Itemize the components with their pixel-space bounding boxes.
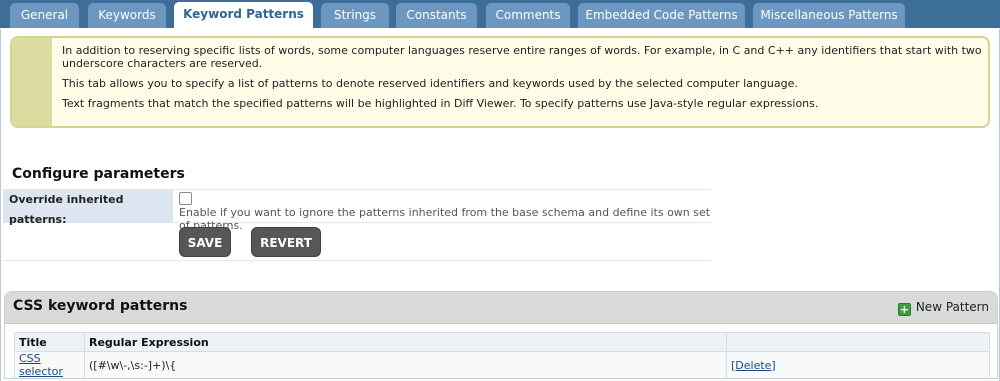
info-paragraph: Text fragments that match the specified … xyxy=(62,97,819,110)
tab-general[interactable]: General xyxy=(10,3,79,28)
tab-content: In addition to reserving specific lists … xyxy=(0,29,1000,381)
pattern-title-cell: CSS selector xyxy=(14,351,85,378)
revert-button[interactable]: REVERT xyxy=(251,227,321,257)
tab-keywords[interactable]: Keywords xyxy=(88,3,166,28)
pattern-title-link[interactable]: CSS selector xyxy=(19,352,63,378)
pattern-actions-cell: [Delete] xyxy=(726,351,990,378)
override-inherited-row: Override inherited patterns: Enable if y… xyxy=(3,189,711,232)
tab-embedded-code-patterns[interactable]: Embedded Code Patterns xyxy=(578,3,745,28)
add-icon: + xyxy=(897,303,911,316)
tab-constants[interactable]: Constants xyxy=(396,3,477,28)
new-pattern-button[interactable]: + New Pattern xyxy=(897,300,989,316)
info-paragraph: In addition to reserving specific lists … xyxy=(62,44,982,70)
override-inherited-checkbox[interactable] xyxy=(179,192,192,205)
tab-comments[interactable]: Comments xyxy=(486,3,570,28)
tab-miscellaneous-patterns[interactable]: Miscellaneous Patterns xyxy=(753,3,905,28)
info-box: In addition to reserving specific lists … xyxy=(10,36,990,128)
save-button[interactable]: SAVE xyxy=(179,227,231,257)
panel-header: CSS keyword patterns + New Pattern xyxy=(5,292,997,324)
action-buttons: SAVE REVERT xyxy=(3,224,711,261)
info-box-accent xyxy=(12,38,52,126)
tab-keyword-patterns[interactable]: Keyword Patterns xyxy=(174,2,313,29)
column-header-regex: Regular Expression xyxy=(84,332,727,352)
keyword-patterns-panel: CSS keyword patterns + New Pattern Title … xyxy=(4,291,998,379)
override-inherited-label: Override inherited patterns: xyxy=(3,190,173,226)
configure-parameters-heading: Configure parameters xyxy=(12,166,185,182)
patterns-table: Title Regular Expression CSS selector ([… xyxy=(14,332,990,378)
table-row: CSS selector ([#\w\-,\s:-]+)\{ [Delete] xyxy=(14,351,990,378)
column-header-title: Title xyxy=(14,332,85,352)
panel-title: CSS keyword patterns xyxy=(13,298,188,314)
table-header-row: Title Regular Expression xyxy=(14,332,990,352)
tab-strings[interactable]: Strings xyxy=(321,3,389,28)
new-pattern-label: New Pattern xyxy=(915,300,989,314)
info-text: In addition to reserving specific lists … xyxy=(62,44,982,117)
delete-pattern-link[interactable]: [Delete] xyxy=(731,359,776,372)
info-paragraph: This tab allows you to specify a list of… xyxy=(62,77,798,90)
pattern-regex-cell: ([#\w\-,\s:-]+)\{ xyxy=(84,351,727,378)
column-header-actions xyxy=(726,332,990,352)
tab-bar: General Keywords Keyword Patterns String… xyxy=(0,0,1000,29)
